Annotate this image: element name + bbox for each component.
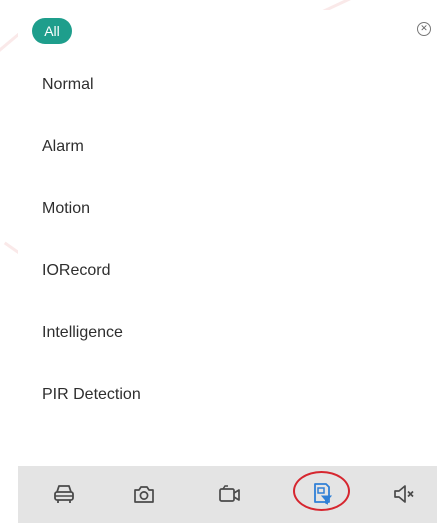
camera-icon bbox=[134, 486, 154, 503]
car-button[interactable] bbox=[49, 479, 79, 509]
filter-item-iorecord[interactable]: IORecord bbox=[42, 262, 141, 324]
filter-item-motion[interactable]: Motion bbox=[42, 200, 141, 262]
snapshot-button[interactable] bbox=[129, 479, 159, 509]
filter-item-intelligence[interactable]: Intelligence bbox=[42, 324, 141, 386]
filter-chip-all[interactable]: All bbox=[32, 18, 72, 44]
record-type-filter-panel: All ✕ Normal Alarm Motion IORecord Intel… bbox=[18, 10, 437, 466]
filter-item-alarm[interactable]: Alarm bbox=[42, 138, 141, 200]
speaker-mute-icon bbox=[394, 485, 414, 503]
car-icon bbox=[54, 485, 74, 503]
active-highlight-ring bbox=[293, 471, 350, 511]
close-icon[interactable]: ✕ bbox=[417, 22, 431, 36]
filter-list: Normal Alarm Motion IORecord Intelligenc… bbox=[42, 76, 141, 448]
bottom-toolbar bbox=[18, 466, 437, 523]
record-button[interactable] bbox=[215, 479, 245, 509]
mute-button[interactable] bbox=[389, 479, 419, 509]
video-record-icon bbox=[219, 485, 240, 502]
filter-item-normal[interactable]: Normal bbox=[42, 76, 141, 138]
filter-item-pir-detection[interactable]: PIR Detection bbox=[42, 386, 141, 448]
